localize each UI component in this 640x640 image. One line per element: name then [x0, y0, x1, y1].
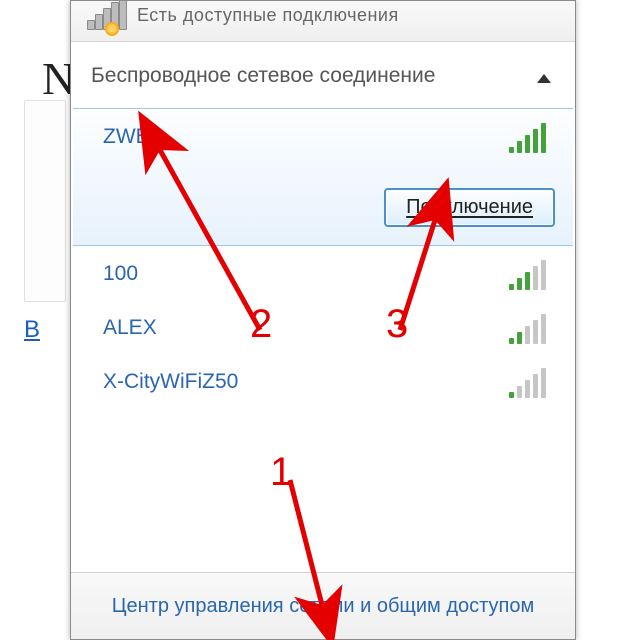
network-item-xcity[interactable]: X-CityWiFiZ50	[73, 354, 573, 408]
top-status-strip: Есть доступные подключения	[71, 1, 575, 42]
top-status-label: Есть доступные подключения	[137, 5, 399, 26]
wireless-section-label: Беспроводное сетевое соединение	[91, 64, 435, 87]
network-item-alex[interactable]: ALEX	[73, 300, 573, 354]
signal-icon	[509, 316, 549, 344]
network-item-100[interactable]: 100	[73, 246, 573, 300]
signal-icon	[509, 262, 549, 290]
signal-icon	[509, 370, 549, 398]
network-tray-icon	[87, 2, 121, 30]
chevron-up-icon	[537, 74, 551, 83]
network-flyout: Есть доступные подключения Беспроводное …	[70, 0, 576, 640]
signal-icon	[509, 125, 549, 153]
footer: Центр управления сетями и общим доступом	[71, 572, 575, 639]
network-list: ZWER Подключение 100 ALEX X-CityWiFi	[71, 108, 575, 408]
network-name: 100	[103, 262, 138, 286]
network-name: ALEX	[103, 316, 157, 340]
background-box	[24, 100, 66, 302]
network-name: X-CityWiFiZ50	[103, 370, 238, 394]
network-name: ZWER	[103, 125, 165, 149]
background-link-letter: В	[24, 316, 40, 344]
connect-button[interactable]: Подключение	[384, 188, 555, 227]
network-center-link[interactable]: Центр управления сетями и общим доступом	[112, 595, 535, 618]
network-item-zwer[interactable]: ZWER Подключение	[73, 108, 573, 246]
wireless-section-header[interactable]: Беспроводное сетевое соединение	[71, 42, 575, 108]
